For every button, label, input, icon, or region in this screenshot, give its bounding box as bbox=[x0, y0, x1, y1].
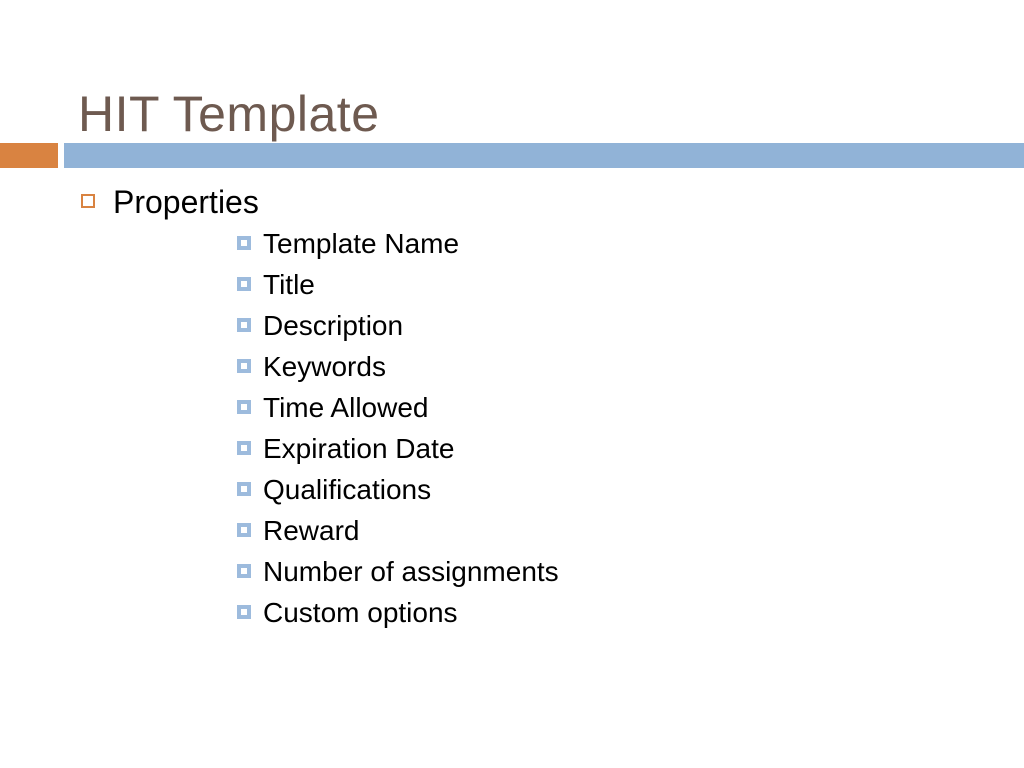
title-divider-bar bbox=[64, 143, 1024, 168]
list-item-label: Expiration Date bbox=[263, 433, 455, 464]
list-item: Number of assignments bbox=[113, 551, 1024, 592]
list-item-label: Properties bbox=[113, 184, 259, 220]
list-item: Title bbox=[113, 264, 1024, 305]
outline-list-level1: Properties Template Name Title Descripti… bbox=[0, 181, 1024, 633]
blue-square-bullet-icon bbox=[237, 441, 251, 455]
list-item-label: Time Allowed bbox=[263, 392, 429, 423]
list-item-label: Reward bbox=[263, 515, 360, 546]
list-item-label: Keywords bbox=[263, 351, 386, 382]
blue-square-bullet-icon bbox=[237, 277, 251, 291]
blue-square-bullet-icon bbox=[237, 318, 251, 332]
page-title: HIT Template bbox=[78, 85, 380, 142]
blue-square-bullet-icon bbox=[237, 400, 251, 414]
title-accent-bar bbox=[0, 143, 58, 168]
list-item-label: Title bbox=[263, 269, 315, 300]
list-item: Reward bbox=[113, 510, 1024, 551]
list-item: Qualifications bbox=[113, 469, 1024, 510]
list-item: Keywords bbox=[113, 346, 1024, 387]
list-item-label: Number of assignments bbox=[263, 556, 559, 587]
slide: HIT Template Properties Template Name Ti… bbox=[0, 0, 1024, 768]
list-item: Time Allowed bbox=[113, 387, 1024, 428]
blue-square-bullet-icon bbox=[237, 359, 251, 373]
list-item: Properties Template Name Title Descripti… bbox=[0, 181, 1024, 633]
list-item-label: Custom options bbox=[263, 597, 458, 628]
list-item: Custom options bbox=[113, 592, 1024, 633]
list-item-label: Description bbox=[263, 310, 404, 341]
list-item-label: Qualifications bbox=[263, 474, 432, 505]
list-item: Template Name bbox=[113, 223, 1024, 264]
outline-list-level2: Template Name Title Description Keywords bbox=[113, 223, 1024, 633]
list-item: Expiration Date bbox=[113, 428, 1024, 469]
slide-body: Properties Template Name Title Descripti… bbox=[0, 181, 1024, 633]
hollow-square-bullet-icon bbox=[81, 194, 95, 208]
blue-square-bullet-icon bbox=[237, 605, 251, 619]
blue-square-bullet-icon bbox=[237, 564, 251, 578]
list-item: Description bbox=[113, 305, 1024, 346]
list-item-label: Template Name bbox=[263, 228, 460, 259]
blue-square-bullet-icon bbox=[237, 236, 251, 250]
blue-square-bullet-icon bbox=[237, 523, 251, 537]
blue-square-bullet-icon bbox=[237, 482, 251, 496]
